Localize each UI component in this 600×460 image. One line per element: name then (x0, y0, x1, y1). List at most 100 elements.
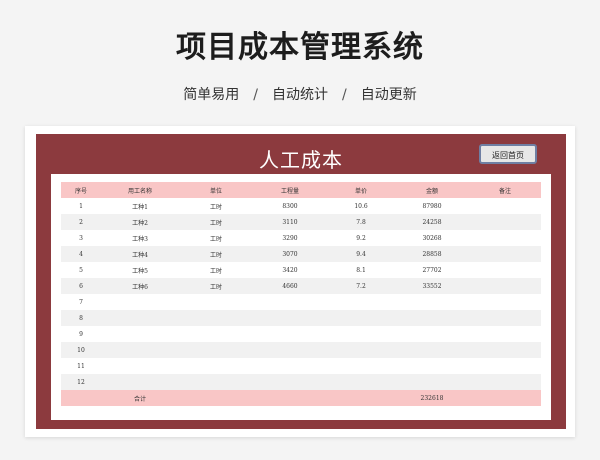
cell-index[interactable]: 6 (61, 278, 101, 294)
subtitle-item: 简单易用 (183, 87, 240, 103)
cell-quantity[interactable]: 3070 (253, 246, 327, 262)
cell-name[interactable]: 工种4 (101, 246, 179, 262)
cell-unit[interactable]: 工时 (179, 198, 253, 214)
cell-index[interactable]: 2 (61, 214, 101, 230)
cell-price[interactable]: 7.8 (327, 214, 395, 230)
cell-quantity[interactable]: 4660 (253, 278, 327, 294)
cell-note[interactable] (469, 342, 541, 358)
total-label[interactable]: 合计 (101, 390, 179, 406)
cell-index[interactable]: 1 (61, 198, 101, 214)
cell-amount[interactable]: 33552 (395, 278, 469, 294)
cell-name[interactable]: 工种1 (101, 198, 179, 214)
cell-index[interactable]: 8 (61, 310, 101, 326)
cell-index[interactable]: 4 (61, 246, 101, 262)
cell-quantity[interactable] (253, 342, 327, 358)
cell-name[interactable] (101, 326, 179, 342)
cell-index[interactable]: 11 (61, 358, 101, 374)
cell-amount[interactable] (395, 310, 469, 326)
cell-index[interactable]: 5 (61, 262, 101, 278)
cell-amount[interactable]: 30268 (395, 230, 469, 246)
cell-amount[interactable] (395, 358, 469, 374)
cell-note[interactable] (469, 246, 541, 262)
total-cell[interactable] (327, 390, 395, 406)
cell-price[interactable]: 9.4 (327, 246, 395, 262)
cell-index[interactable]: 3 (61, 230, 101, 246)
table-row: 8 (61, 310, 541, 326)
cell-quantity[interactable]: 3110 (253, 214, 327, 230)
cell-note[interactable] (469, 310, 541, 326)
cell-unit[interactable]: 工时 (179, 246, 253, 262)
cell-note[interactable] (469, 278, 541, 294)
cell-amount[interactable] (395, 294, 469, 310)
cell-quantity[interactable] (253, 294, 327, 310)
total-amount[interactable]: 232618 (395, 390, 469, 406)
cell-note[interactable] (469, 374, 541, 390)
cell-name[interactable] (101, 342, 179, 358)
cell-price[interactable]: 9.2 (327, 230, 395, 246)
cell-name[interactable]: 工种5 (101, 262, 179, 278)
cell-unit[interactable] (179, 342, 253, 358)
cell-unit[interactable]: 工时 (179, 230, 253, 246)
total-cell[interactable] (253, 390, 327, 406)
cell-quantity[interactable]: 8300 (253, 198, 327, 214)
cell-unit[interactable]: 工时 (179, 278, 253, 294)
total-cell[interactable] (179, 390, 253, 406)
cell-unit[interactable]: 工时 (179, 262, 253, 278)
cell-name[interactable] (101, 374, 179, 390)
cell-price[interactable]: 8.1 (327, 262, 395, 278)
total-cell[interactable] (61, 390, 101, 406)
cell-unit[interactable] (179, 294, 253, 310)
cell-unit[interactable] (179, 326, 253, 342)
cell-amount[interactable]: 87980 (395, 198, 469, 214)
cell-index[interactable]: 10 (61, 342, 101, 358)
cell-note[interactable] (469, 326, 541, 342)
cell-note[interactable] (469, 230, 541, 246)
cell-unit[interactable] (179, 358, 253, 374)
cell-amount[interactable] (395, 374, 469, 390)
cell-price[interactable] (327, 374, 395, 390)
cell-price[interactable]: 7.2 (327, 278, 395, 294)
subtitle-separator: / (342, 87, 347, 103)
cell-price[interactable] (327, 342, 395, 358)
cell-index[interactable]: 12 (61, 374, 101, 390)
table-row: 12 (61, 374, 541, 390)
cell-price[interactable] (327, 310, 395, 326)
cell-unit[interactable] (179, 374, 253, 390)
cell-quantity[interactable] (253, 358, 327, 374)
table-row: 4 工种4 工时 3070 9.4 28858 (61, 246, 541, 262)
cell-name[interactable]: 工种6 (101, 278, 179, 294)
cell-price[interactable] (327, 294, 395, 310)
subtitle-item: 自动统计 (272, 87, 328, 103)
cell-price[interactable]: 10.6 (327, 198, 395, 214)
cell-quantity[interactable] (253, 326, 327, 342)
cell-price[interactable] (327, 326, 395, 342)
cost-table: 序号 用工名称 单位 工程量 单价 金额 备注 1 工种1 工时 8300 10.6 87… (61, 182, 541, 406)
cell-index[interactable]: 7 (61, 294, 101, 310)
home-button[interactable]: 返回首页 (479, 144, 537, 164)
cell-note[interactable] (469, 198, 541, 214)
total-cell[interactable] (469, 390, 541, 406)
cell-quantity[interactable] (253, 374, 327, 390)
cell-note[interactable] (469, 262, 541, 278)
cell-index[interactable]: 9 (61, 326, 101, 342)
cell-name[interactable] (101, 294, 179, 310)
cell-name[interactable]: 工种2 (101, 214, 179, 230)
cell-name[interactable]: 工种3 (101, 230, 179, 246)
cell-quantity[interactable]: 3420 (253, 262, 327, 278)
cell-note[interactable] (469, 214, 541, 230)
cell-amount[interactable]: 27702 (395, 262, 469, 278)
table-row: 11 (61, 358, 541, 374)
cell-amount[interactable] (395, 326, 469, 342)
cell-price[interactable] (327, 358, 395, 374)
cell-note[interactable] (469, 358, 541, 374)
cell-amount[interactable]: 24258 (395, 214, 469, 230)
cell-name[interactable] (101, 358, 179, 374)
cell-amount[interactable]: 28858 (395, 246, 469, 262)
cell-quantity[interactable] (253, 310, 327, 326)
cell-unit[interactable]: 工时 (179, 214, 253, 230)
cell-quantity[interactable]: 3290 (253, 230, 327, 246)
cell-note[interactable] (469, 294, 541, 310)
cell-unit[interactable] (179, 310, 253, 326)
cell-amount[interactable] (395, 342, 469, 358)
cell-name[interactable] (101, 310, 179, 326)
